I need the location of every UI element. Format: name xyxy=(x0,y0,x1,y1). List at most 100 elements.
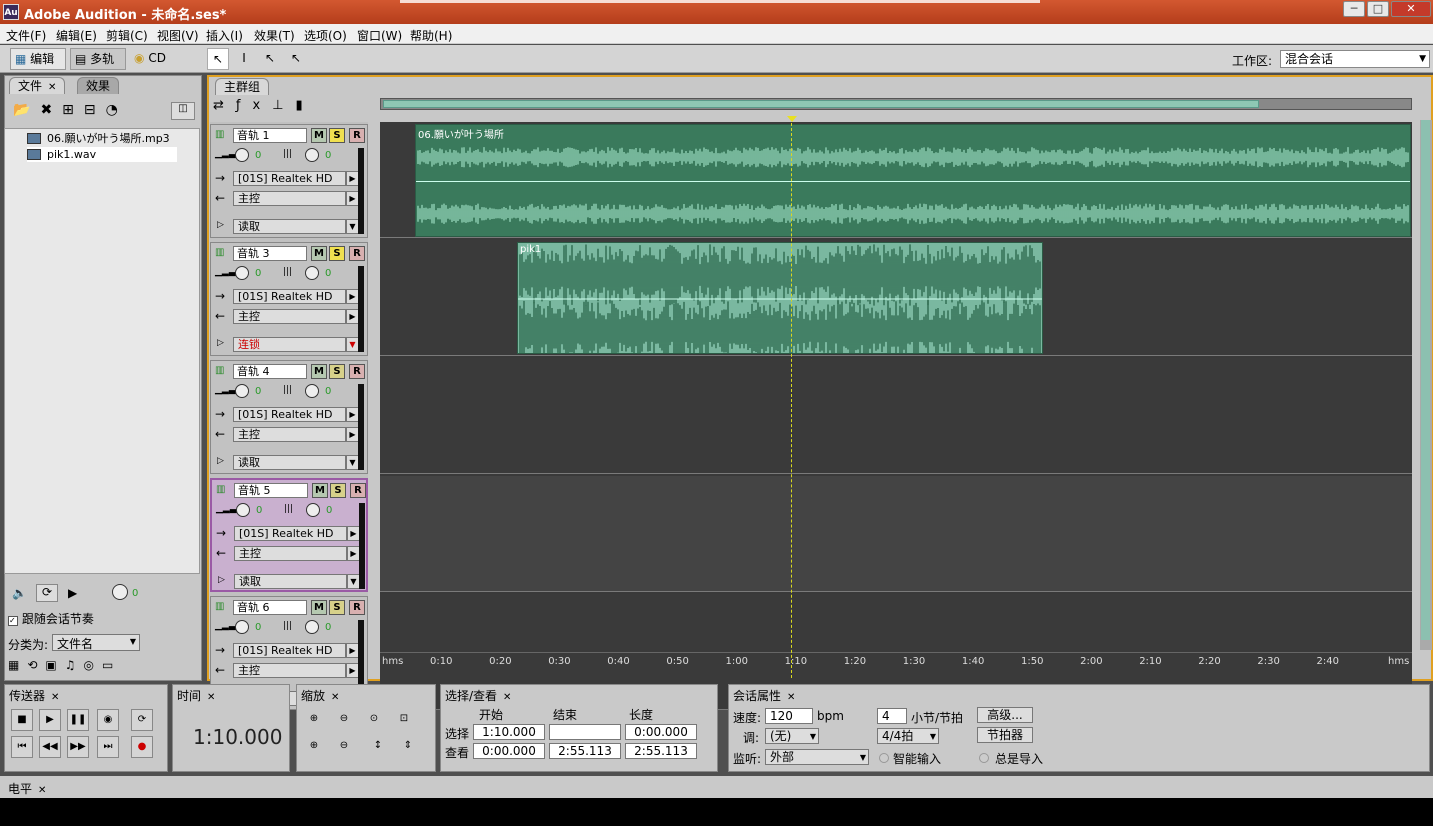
import-file-icon[interactable]: 📂 xyxy=(13,102,40,118)
close-icon[interactable]: ✕ xyxy=(207,692,215,703)
track-name-field[interactable]: 音轨 3 xyxy=(233,246,307,261)
tab-zoom[interactable]: 缩放 ✕ xyxy=(301,687,339,704)
tab-effects[interactable]: 效果 xyxy=(77,77,120,94)
close-icon[interactable]: ✕ xyxy=(787,692,795,703)
zoom-out-vertical-icon[interactable]: ⇕ xyxy=(397,736,419,758)
cd-view-button[interactable]: ◉ CD xyxy=(130,48,176,70)
expand-icon[interactable]: ▷ xyxy=(217,220,224,230)
volume-knob[interactable] xyxy=(235,384,249,398)
volume-knob[interactable] xyxy=(235,266,249,280)
scrollbar-thumb[interactable] xyxy=(1421,120,1430,640)
audio-clip[interactable]: 06.願いが叶う場所 xyxy=(415,124,1411,237)
move-tool-button[interactable]: ↖ xyxy=(207,48,229,70)
close-icon[interactable]: ✕ xyxy=(331,692,339,703)
output-select[interactable]: [01S] Realtek HD ▶ xyxy=(234,526,360,541)
automation-select[interactable]: 连锁 ▼ xyxy=(233,337,359,352)
record-arm-button[interactable]: R xyxy=(350,483,366,498)
track-lane[interactable] xyxy=(380,358,1412,474)
rewind-button[interactable]: ◀◀ xyxy=(39,736,61,758)
expand-icon[interactable]: ▷ xyxy=(217,338,224,348)
bus-select[interactable]: 主控 ▶ xyxy=(234,546,360,561)
sort-select[interactable]: 文件名 ▼ xyxy=(52,634,140,651)
input-output-icon[interactable]: ⇄ xyxy=(213,98,236,113)
volume-knob[interactable] xyxy=(235,148,249,162)
loop-button[interactable]: ⟳ xyxy=(131,709,153,731)
monitor-select[interactable]: 外部 ▼ xyxy=(765,749,869,765)
scrub-tool-button[interactable]: ↖ xyxy=(285,48,307,70)
track-header[interactable]: ▥ 音轨 5 M S R ▁▂▃ 0 ||| 0 → [01S] Realtek… xyxy=(210,478,368,592)
zoom-left-icon[interactable]: ⊕ xyxy=(303,736,325,758)
tab-time[interactable]: 时间 ✕ xyxy=(177,687,215,704)
output-select[interactable]: [01S] Realtek HD ▶ xyxy=(233,171,359,186)
hybrid-tool-button[interactable]: ↖ xyxy=(259,48,281,70)
pause-button[interactable]: ❚❚ xyxy=(67,709,89,731)
session-overview[interactable] xyxy=(380,98,1412,110)
menu-help[interactable]: 帮助(H) xyxy=(410,27,452,44)
time-select-tool-button[interactable]: I xyxy=(233,48,255,70)
insert-to-track-icon[interactable]: ⊞ xyxy=(62,102,84,118)
expand-icon[interactable]: ▷ xyxy=(217,456,224,466)
output-select[interactable]: [01S] Realtek HD ▶ xyxy=(233,289,359,304)
tab-session-properties[interactable]: 会话属性 ✕ xyxy=(733,687,795,704)
tab-transport[interactable]: 传送器 ✕ xyxy=(9,687,59,704)
advanced-button[interactable]: 高级... xyxy=(977,707,1033,723)
speaker-icon[interactable]: 🔈 xyxy=(12,586,27,600)
mute-button[interactable]: M xyxy=(311,128,327,143)
output-select[interactable]: [01S] Realtek HD ▶ xyxy=(233,643,359,658)
always-import-radio[interactable] xyxy=(979,753,989,763)
bus-select[interactable]: 主控 ▶ xyxy=(233,309,359,324)
fx-icon[interactable]: ƒx xyxy=(236,98,272,113)
filter-audio-icon[interactable]: ▦ xyxy=(8,658,27,672)
mute-button[interactable]: M xyxy=(312,483,328,498)
send-icon[interactable]: ⊥ xyxy=(272,98,295,113)
tab-main-group[interactable]: 主群组 xyxy=(215,78,270,95)
mute-button[interactable]: M xyxy=(311,600,327,615)
bus-select[interactable]: 主控 ▶ xyxy=(233,663,359,678)
close-icon[interactable]: ✕ xyxy=(38,785,46,796)
zoom-full-icon[interactable]: ⊙ xyxy=(363,709,385,731)
track-header[interactable]: ▥ 音轨 3 M S R ▁▂▃ 0 ||| 0 → [01S] Realtek… xyxy=(210,242,368,356)
output-select[interactable]: [01S] Realtek HD ▶ xyxy=(233,407,359,422)
pan-knob[interactable] xyxy=(305,148,319,162)
mute-button[interactable]: M xyxy=(311,364,327,379)
zoom-right-icon[interactable]: ⊖ xyxy=(333,736,355,758)
record-arm-button[interactable]: R xyxy=(349,246,365,261)
record-arm-button[interactable]: R xyxy=(349,364,365,379)
selection-length-field[interactable]: 0:00.000 xyxy=(625,724,697,740)
tab-level-meter[interactable]: 电平 ✕ xyxy=(8,780,46,797)
playhead-top-marker[interactable] xyxy=(787,116,797,122)
volume-knob[interactable] xyxy=(236,503,250,517)
smart-input-radio[interactable] xyxy=(879,753,889,763)
menu-effects[interactable]: 效果(T) xyxy=(254,27,295,44)
tab-files[interactable]: 文件 ✕ xyxy=(9,77,66,94)
list-item[interactable]: 06.願いが叶う場所.mp3 xyxy=(27,131,170,146)
menu-file[interactable]: 文件(F) xyxy=(6,27,46,44)
track-name-field[interactable]: 音轨 4 xyxy=(233,364,307,379)
view-options-icon[interactable]: ◫ xyxy=(171,102,195,120)
zoom-out-horizontal-icon[interactable]: ⊖ xyxy=(333,709,355,731)
bus-select[interactable]: 主控 ▶ xyxy=(233,427,359,442)
timeline[interactable]: 06.願いが叶う場所 pik1 xyxy=(380,122,1412,710)
menu-edit[interactable]: 编辑(E) xyxy=(56,27,97,44)
menu-clip[interactable]: 剪辑(C) xyxy=(106,27,148,44)
close-icon[interactable]: ✕ xyxy=(51,692,59,703)
record-button[interactable]: ● xyxy=(131,736,153,758)
automation-select[interactable]: 读取▼ xyxy=(234,574,360,589)
close-icon[interactable]: ✕ xyxy=(503,692,511,703)
volume-knob[interactable] xyxy=(235,620,249,634)
play-preview-icon[interactable]: ◔ xyxy=(106,102,128,118)
track-header[interactable]: ▥ 音轨 4 M S R ▁▂▃ 0 ||| 0 → [01S] Realtek… xyxy=(210,360,368,474)
zoom-selection-icon[interactable]: ⊡ xyxy=(393,709,415,731)
filter-video-icon[interactable]: ▣ xyxy=(45,658,64,672)
multitrack-view-button[interactable]: ▤ 多轨 xyxy=(70,48,126,70)
close-window-button[interactable]: ✕ xyxy=(1391,1,1431,17)
selection-start-field[interactable]: 1:10.000 xyxy=(473,724,545,740)
zoom-in-horizontal-icon[interactable]: ⊕ xyxy=(303,709,325,731)
tempo-field[interactable]: 120 xyxy=(765,708,813,724)
solo-button[interactable]: S xyxy=(330,483,346,498)
view-range-bar[interactable] xyxy=(383,100,1259,108)
track-name-field[interactable]: 音轨 6 xyxy=(233,600,307,615)
menu-insert[interactable]: 插入(I) xyxy=(206,27,243,44)
close-file-icon[interactable]: ✖ xyxy=(40,102,62,118)
workspace-select[interactable]: 混合会话 ▼ xyxy=(1280,50,1430,68)
